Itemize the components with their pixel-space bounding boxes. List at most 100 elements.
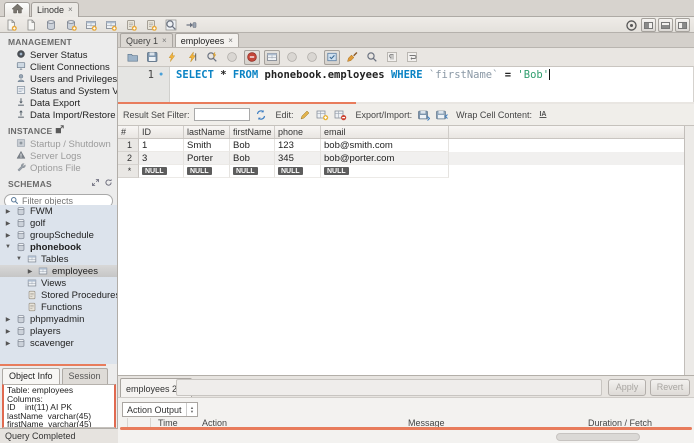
grid-cell[interactable]: bob@porter.com xyxy=(321,152,449,165)
grid-cell[interactable]: 3 xyxy=(139,152,184,165)
table-row-new[interactable]: * NULL NULL NULL NULL NULL xyxy=(118,165,684,178)
grid-cell[interactable]: NULL xyxy=(139,165,184,178)
create-table-icon[interactable] xyxy=(84,18,98,32)
create-procedure-icon[interactable] xyxy=(124,18,138,32)
chevron-right-icon[interactable]: ▶ xyxy=(4,328,12,335)
tree-item-functions[interactable]: Functions xyxy=(0,301,117,313)
tab-query-1[interactable]: Query 1 × xyxy=(120,33,173,47)
tree-item-phpmyadmin[interactable]: ▶ phpmyadmin xyxy=(0,313,117,325)
sidebar-item-status-and-system-variables[interactable]: Status and System Variables xyxy=(0,85,117,97)
save-script-icon[interactable] xyxy=(144,50,160,65)
instance-actions-icon[interactable] xyxy=(55,125,65,136)
sql-code-line[interactable]: SELECT * FROM phonebook.employees WHERE … xyxy=(176,69,551,81)
home-tab[interactable] xyxy=(4,2,30,17)
insert-record-icon[interactable] xyxy=(316,108,330,121)
grid-cell[interactable]: 123 xyxy=(275,139,321,152)
tree-item-views[interactable]: Views xyxy=(0,277,117,289)
table-row[interactable]: 1 1 Smith Bob 123 bob@smith.com xyxy=(118,139,684,152)
chevron-down-icon[interactable]: ▼ xyxy=(15,256,23,262)
explain-icon[interactable] xyxy=(204,50,220,65)
create-schema-icon[interactable] xyxy=(64,18,78,32)
grid-cell[interactable]: Bob xyxy=(230,152,275,165)
grid-scrollbar[interactable] xyxy=(684,126,694,375)
create-function-icon[interactable] xyxy=(144,18,158,32)
execute-current-icon[interactable] xyxy=(184,50,200,65)
chevron-right-icon[interactable]: ▶ xyxy=(4,316,12,323)
tab-object-info[interactable]: Object Info xyxy=(2,368,60,384)
wrap-cell-content-icon[interactable]: IA xyxy=(536,108,550,121)
grid-cell[interactable]: NULL xyxy=(321,165,449,178)
tree-item-golf[interactable]: ▶ golf xyxy=(0,217,117,229)
rollback-icon[interactable] xyxy=(304,50,320,65)
apply-button[interactable]: Apply xyxy=(608,379,646,396)
spinner-icon[interactable]: ▲ ▼ xyxy=(186,403,197,416)
import-records-icon[interactable] xyxy=(434,108,448,121)
search-data-icon[interactable] xyxy=(164,18,178,32)
commit-icon[interactable] xyxy=(284,50,300,65)
horizontal-scrollbar-thumb[interactable] xyxy=(556,433,640,441)
open-script-icon[interactable] xyxy=(124,50,140,65)
sidebar-splitter-handle[interactable] xyxy=(0,364,106,366)
chevron-down-icon[interactable]: ▼ xyxy=(4,244,12,250)
grid-cell[interactable]: Porter xyxy=(184,152,230,165)
stop-on-error-toggle-icon[interactable] xyxy=(244,49,260,65)
grid-cell[interactable]: NULL xyxy=(275,165,321,178)
find-icon[interactable] xyxy=(364,50,380,65)
sidebar-item-server-logs[interactable]: Server Logs xyxy=(0,150,117,162)
autocommit-toggle-icon[interactable] xyxy=(324,49,340,65)
refresh-schemas-icon[interactable] xyxy=(104,178,113,189)
column-header-email[interactable]: email xyxy=(321,126,449,138)
column-header-lastname[interactable]: lastName xyxy=(184,126,230,138)
tab-session[interactable]: Session xyxy=(61,368,108,384)
output-selector[interactable]: Action Output ▲ ▼ xyxy=(122,402,198,417)
tree-item-scavenger[interactable]: ▶ scavenger xyxy=(0,337,117,349)
refresh-icon[interactable] xyxy=(254,108,268,121)
sidebar-item-users-and-privileges[interactable]: Users and Privileges xyxy=(0,73,117,85)
close-icon[interactable]: × xyxy=(68,6,73,14)
delete-record-icon[interactable] xyxy=(334,108,348,121)
invisibles-icon[interactable] xyxy=(384,50,400,65)
revert-button[interactable]: Revert xyxy=(650,379,690,396)
tree-item-players[interactable]: ▶ players xyxy=(0,325,117,337)
expand-schemas-icon[interactable] xyxy=(91,178,100,189)
chevron-right-icon[interactable]: ▶ xyxy=(4,232,12,239)
export-records-icon[interactable] xyxy=(416,108,430,121)
toggle-left-panel-icon[interactable] xyxy=(641,18,656,32)
sidebar-item-client-connections[interactable]: Client Connections xyxy=(0,61,117,73)
result-grid[interactable]: # ID lastName firstName phone email 1 1 Smith Bob… xyxy=(118,126,684,375)
sidebar-item-startup-shutdown[interactable]: Startup / Shutdown xyxy=(0,138,117,150)
sql-editor[interactable]: 1 ● SELECT * FROM phonebook.employees WH… xyxy=(118,66,694,102)
chevron-right-icon[interactable]: ▶ xyxy=(4,208,12,215)
gear-icon[interactable] xyxy=(625,19,638,32)
reconnect-dbms-icon[interactable] xyxy=(184,18,198,32)
sidebar-item-server-status[interactable]: Server Status xyxy=(0,49,117,61)
grid-cell[interactable]: Smith xyxy=(184,139,230,152)
tree-item-employees[interactable]: ▶ employees xyxy=(0,265,117,277)
column-header-id[interactable]: ID xyxy=(139,126,184,138)
create-view-icon[interactable] xyxy=(104,18,118,32)
open-sql-script-icon[interactable] xyxy=(24,18,38,32)
toggle-bottom-panel-icon[interactable] xyxy=(658,18,673,32)
close-icon[interactable]: × xyxy=(162,36,167,45)
stop-icon[interactable] xyxy=(224,50,240,65)
result-filter-input[interactable] xyxy=(193,108,250,121)
toggle-right-panel-icon[interactable] xyxy=(675,18,690,32)
chevron-right-icon[interactable]: ▶ xyxy=(4,340,12,347)
connection-tab[interactable]: Linode × xyxy=(31,2,79,17)
tree-item-phonebook[interactable]: ▼ phonebook xyxy=(0,241,117,253)
tree-item-tables[interactable]: ▼ Tables xyxy=(0,253,117,265)
tab-employees[interactable]: employees × xyxy=(174,33,239,47)
tree-item-groupschedule[interactable]: ▶ groupSchedule xyxy=(0,229,117,241)
wrap-text-icon[interactable] xyxy=(404,50,420,65)
close-icon[interactable]: × xyxy=(228,36,233,45)
chevron-right-icon[interactable]: ▶ xyxy=(26,268,34,275)
grid-cell[interactable]: NULL xyxy=(184,165,230,178)
grid-cell[interactable]: 1 xyxy=(139,139,184,152)
column-header-row-number[interactable]: # xyxy=(118,126,139,138)
schema-inspector-icon[interactable] xyxy=(44,18,58,32)
limit-rows-icon[interactable] xyxy=(264,49,280,65)
chevron-right-icon[interactable]: ▶ xyxy=(4,220,12,227)
grid-cell[interactable]: NULL xyxy=(230,165,275,178)
column-header-phone[interactable]: phone xyxy=(275,126,321,138)
table-row[interactable]: 2 3 Porter Bob 345 bob@porter.com xyxy=(118,152,684,165)
